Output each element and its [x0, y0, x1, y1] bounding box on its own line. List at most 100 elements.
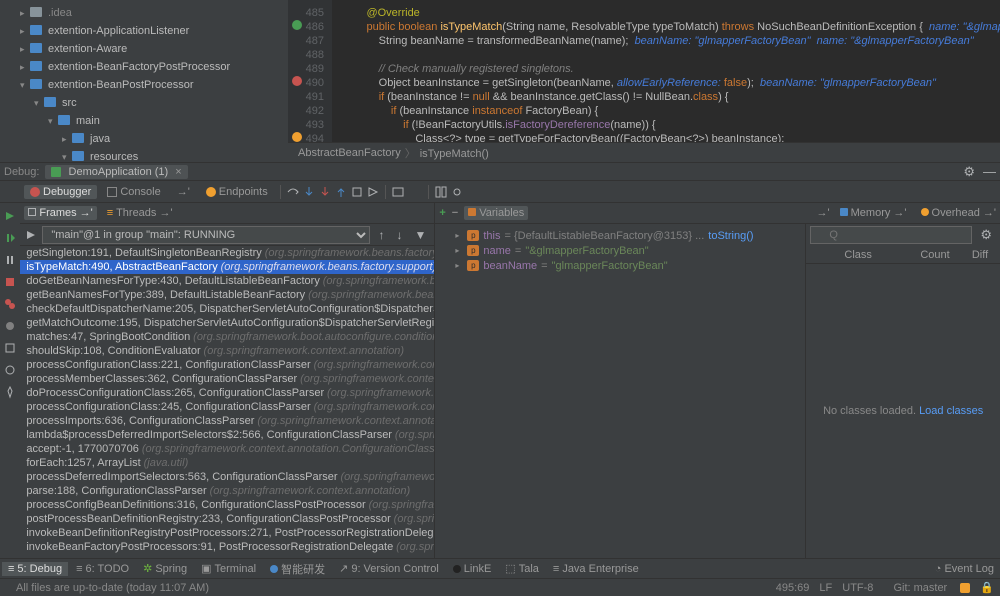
thread-dropdown[interactable]: "main"@1 in group "main": RUNNING [42, 226, 370, 244]
pause-icon[interactable] [3, 253, 17, 267]
stack-frame[interactable]: processConfigurationClass:245, Configura… [20, 400, 434, 414]
status-line-ending[interactable]: LF [819, 582, 832, 594]
stack-frame[interactable]: processDeferredImportSelectors:563, Conf… [20, 470, 434, 484]
step-out-icon[interactable] [335, 186, 347, 198]
add-watch-icon[interactable]: + [439, 207, 445, 219]
stack-frame[interactable]: invokeBeanFactoryPostProcessors:91, Post… [20, 540, 434, 554]
tab-vcs[interactable]: ↗ 9: Version Control [333, 561, 445, 576]
stack-frame[interactable]: processMemberClasses:362, ConfigurationC… [20, 372, 434, 386]
tab-debugger[interactable]: Debugger [24, 185, 97, 199]
run-config-tab[interactable]: DemoApplication (1) × [45, 165, 187, 179]
status-git[interactable]: Git: master [883, 582, 970, 594]
breadcrumb-method[interactable]: isTypeMatch() [401, 145, 489, 161]
stack-frame[interactable]: getSingleton:191, DefaultSingletonBeanRe… [20, 246, 434, 260]
stack-frame[interactable]: getBeanNamesForType:389, DefaultListable… [20, 288, 434, 302]
force-step-into-icon[interactable] [319, 186, 331, 198]
remove-watch-icon[interactable]: − [452, 207, 458, 219]
stack-frame[interactable]: invokeBeanDefinitionRegistryPostProcesso… [20, 526, 434, 540]
breadcrumb-class[interactable]: AbstractBeanFactory [298, 147, 401, 159]
variable-row[interactable]: ▸p beanName = "glmapperFactoryBean" [439, 258, 805, 273]
stack-frame[interactable]: matches:47, SpringBootCondition (org.spr… [20, 330, 434, 344]
tab-linke[interactable]: LinkE [447, 562, 498, 576]
stack-frame[interactable]: checkDefaultDispatcherName:205, Dispatch… [20, 302, 434, 316]
memory-search-input[interactable] [810, 226, 972, 244]
source-code[interactable]: @Override public boolean isTypeMatch(Str… [332, 0, 1000, 142]
tree-item[interactable]: ▾src [0, 94, 288, 112]
stack-frame[interactable]: postProcessBeanDefinitionRegistry:233, C… [20, 512, 434, 526]
rerun-icon[interactable] [3, 209, 17, 223]
tab-spring[interactable]: ✲ Spring [137, 561, 193, 576]
tab-todo[interactable]: ≡ 6: TODO [70, 562, 135, 576]
drop-frame-icon[interactable] [351, 186, 363, 198]
stack-frame[interactable]: shouldSkip:108, ConditionEvaluator (org.… [20, 344, 434, 358]
load-classes-link[interactable]: Load classes [919, 405, 983, 417]
overhead-tab[interactable]: Overhead →' [917, 206, 1000, 220]
stack-frame[interactable]: doProcessConfigurationClass:265, Configu… [20, 386, 434, 400]
run-to-cursor-icon[interactable] [367, 186, 379, 198]
stack-frame[interactable]: forEach:1257, ArrayList (java.util) [20, 456, 434, 470]
stack-frame[interactable]: doGetBeanNamesForType:430, DefaultListab… [20, 274, 434, 288]
mute-breakpoints-icon[interactable] [3, 319, 17, 333]
stack-frame[interactable]: getMatchOutcome:195, DispatcherServletAu… [20, 316, 434, 330]
stack-frame[interactable]: lambda$processDeferredImportSelectors$2:… [20, 428, 434, 442]
close-icon[interactable]: × [175, 166, 181, 178]
settings-icon[interactable]: ⚙ [959, 164, 979, 180]
col-class[interactable]: Class [806, 249, 910, 261]
tab-console[interactable]: Console [101, 185, 166, 199]
variables-tab[interactable]: Variables [464, 206, 528, 220]
tab-zhineng[interactable]: 智能研发 [264, 560, 331, 578]
variable-row[interactable]: ▸p name = "&glmapperFactoryBean" [439, 243, 805, 258]
call-stack[interactable]: getSingleton:191, DefaultSingletonBeanRe… [20, 246, 434, 558]
stack-frame[interactable]: processConfigBeanDefinitions:316, Config… [20, 498, 434, 512]
tab-java-enterprise[interactable]: ≡ Java Enterprise [547, 562, 645, 576]
tree-item[interactable]: ▾extention-BeanPostProcessor [0, 76, 288, 94]
evaluate-icon[interactable] [392, 186, 404, 198]
editor-breadcrumb[interactable]: AbstractBeanFactory isTypeMatch() [288, 142, 1000, 162]
step-over-icon[interactable] [287, 186, 299, 198]
variables-list[interactable]: ▸p this = {DefaultListableBeanFactory@31… [435, 224, 805, 558]
settings2-icon[interactable] [451, 186, 463, 198]
col-count[interactable]: Count [910, 249, 960, 261]
view-breakpoints-icon[interactable] [3, 297, 17, 311]
tree-item[interactable]: ▸extention-Aware [0, 40, 288, 58]
tab-threads[interactable]: ≡ Threads →' [103, 206, 177, 220]
status-caret-pos[interactable]: 495:69 [776, 582, 810, 594]
resume-icon[interactable] [3, 231, 17, 245]
variable-row[interactable]: ▸p this = {DefaultListableBeanFactory@31… [439, 228, 805, 243]
filter-icon[interactable]: ▼ [410, 228, 430, 242]
tree-item[interactable]: ▸java [0, 130, 288, 148]
tree-item[interactable]: ▸extention-ApplicationListener [0, 22, 288, 40]
prev-frame-icon[interactable]: ↑ [374, 228, 388, 242]
tree-item[interactable]: ▾main [0, 112, 288, 130]
tree-item[interactable]: ▸.idea [0, 4, 288, 22]
navigate-icon[interactable] [24, 228, 38, 242]
layout-icon[interactable] [435, 186, 447, 198]
tab-endpoints[interactable]: Endpoints [200, 185, 274, 199]
pin-icon[interactable] [3, 385, 17, 399]
tab-event-log[interactable]: ◔ Event Log [929, 562, 1000, 576]
get-thread-dump-icon[interactable] [3, 341, 17, 355]
next-frame-icon[interactable]: ↓ [392, 228, 406, 242]
minimize-icon[interactable]: — [979, 164, 1000, 179]
tab-frames[interactable]: Frames →' [24, 206, 96, 220]
stack-frame[interactable]: isTypeMatch:490, AbstractBeanFactory (or… [20, 260, 434, 274]
col-diff[interactable]: Diff [960, 249, 1000, 261]
tab-debug-bottom[interactable]: ≡ 5: Debug [2, 562, 68, 576]
memory-tab[interactable]: Memory →' [836, 206, 911, 220]
status-encoding[interactable]: UTF-8 [842, 582, 873, 594]
tab-tala[interactable]: ⬚ Tala [499, 561, 545, 576]
stack-frame[interactable]: parse:188, ConfigurationClassParser (org… [20, 484, 434, 498]
tree-item[interactable]: ▾resources [0, 148, 288, 162]
memory-settings-icon[interactable]: ⚙ [976, 227, 996, 243]
stack-frame[interactable]: accept:-1, 1770070706 (org.springframewo… [20, 442, 434, 456]
stack-frame[interactable]: processConfigurationClass:221, Configura… [20, 358, 434, 372]
settings3-icon[interactable] [3, 363, 17, 377]
tree-item[interactable]: ▸extention-BeanFactoryPostProcessor [0, 58, 288, 76]
tab-terminal[interactable]: ▣ Terminal [195, 561, 262, 576]
step-into-icon[interactable] [303, 186, 315, 198]
status-lock-icon[interactable]: 🔒 [980, 581, 994, 594]
stop-icon[interactable] [3, 275, 17, 289]
stack-frame[interactable]: processImports:636, ConfigurationClassPa… [20, 414, 434, 428]
project-tree[interactable]: ▸.idea▸extention-ApplicationListener▸ext… [0, 0, 288, 162]
pin-vars-icon[interactable]: →' [817, 207, 830, 219]
